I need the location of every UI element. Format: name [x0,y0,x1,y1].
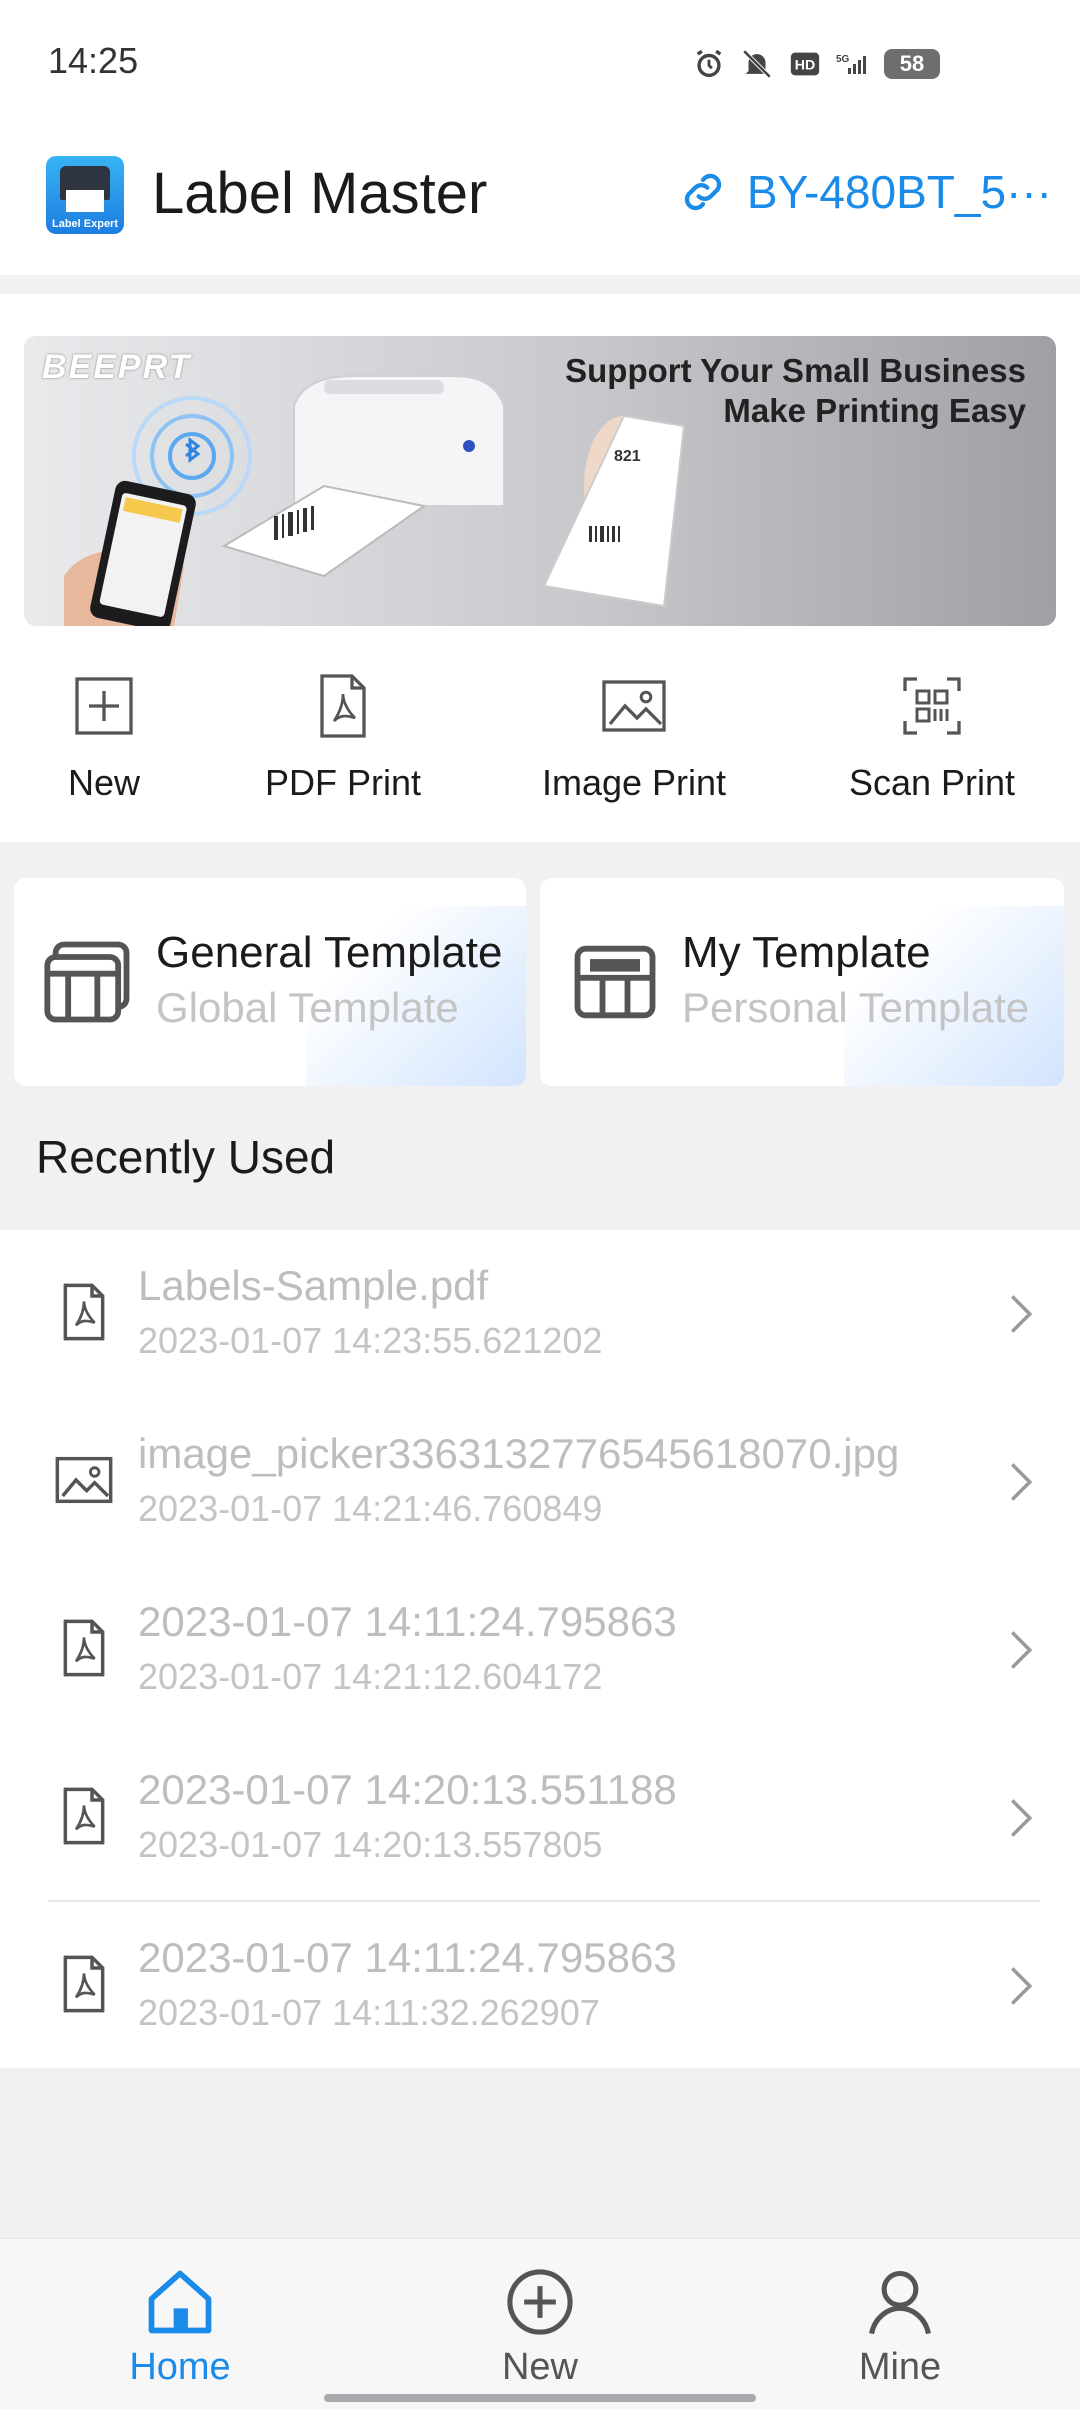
pdf-file-icon [63,1955,105,2013]
item-time: 2023-01-07 14:21:12.604172 [138,1656,603,1697]
new-action[interactable]: New [0,670,214,804]
image-print-label: Image Print [541,762,727,803]
nav-home-label: Home [129,2346,231,2388]
network-type: 5G [836,54,850,65]
nav-mine-label: Mine [858,2346,942,2388]
chevron-right-icon [1010,1631,1033,1669]
device-connection-button[interactable]: BY-480BT_5··· [677,164,1052,220]
general-template-title: General Template [156,928,503,977]
general-template-subtitle: Global Template [156,984,459,1031]
list-item[interactable]: 2023-01-07 14:11:24.795863 2023-01-07 14… [0,1566,1080,1734]
pdf-file-icon [63,1619,105,1677]
nav-mine[interactable]: Mine [800,2264,1000,2389]
list-item[interactable]: 2023-01-07 14:11:24.795863 2023-01-07 14… [0,1902,1080,2070]
recent-list: Labels-Sample.pdf 2023-01-07 14:23:55.62… [0,1230,1080,2068]
plus-circle-icon [507,2269,573,2335]
alarm-icon [696,49,722,78]
user-icon [869,2270,931,2335]
status-icons: HD 5G 58 [692,44,940,84]
image-icon [55,1456,113,1504]
chevron-right-icon [1010,1295,1033,1333]
new-action-label: New [67,762,141,803]
template-icon [574,945,656,1019]
scan-print-label: Scan Print [848,762,1016,803]
recently-used-title: Recently Used [36,1131,336,1183]
nav-new[interactable]: New [440,2264,640,2389]
chevron-right-icon [1010,1463,1033,1501]
mute-icon [742,49,772,79]
scan-print-action[interactable]: Scan Print [822,670,1042,804]
signal-icon: 5G [836,54,866,74]
hd-icon: HD [790,52,820,76]
pdf-file-icon [320,674,366,738]
item-name: Labels-Sample.pdf [138,1262,489,1309]
device-name: BY-480BT_5··· [746,166,1052,218]
item-name: 2023-01-07 14:20:13.551188 [138,1766,677,1813]
nav-home[interactable]: Home [80,2264,280,2389]
page-title: Label Master [152,161,488,226]
pdf-print-label: PDF Print [264,762,422,803]
item-name: 2023-01-07 14:11:24.795863 [138,1598,677,1645]
image-icon [602,680,666,732]
item-name: image_picker3363132776545618070.jpg [138,1430,900,1477]
template-icon [44,941,130,1023]
chevron-right-icon [1010,1967,1033,2005]
printer-illustration: 821 [64,375,686,626]
home-icon [148,2270,212,2334]
svg-text:HD: HD [795,58,815,74]
pdf-file-icon [63,1787,105,1845]
general-template-card[interactable]: General Template Global Template [14,878,526,1086]
item-time: 2023-01-07 14:20:13.557805 [138,1824,603,1865]
item-time: 2023-01-07 14:23:55.621202 [138,1320,603,1361]
list-item[interactable]: image_picker3363132776545618070.jpg 2023… [0,1398,1080,1566]
my-template-card[interactable]: My Template Personal Template [540,878,1064,1086]
gesture-bar[interactable] [324,2394,756,2402]
item-time: 2023-01-07 14:21:46.760849 [138,1488,603,1529]
pdf-file-icon [63,1283,105,1341]
pdf-print-action[interactable]: PDF Print [233,670,453,804]
plus-square-icon [75,677,133,735]
battery-indicator: 58 [884,49,940,79]
app-logo: Label Expert [46,156,124,234]
nav-new-label: New [501,2346,579,2388]
item-time: 2023-01-07 14:11:32.262907 [138,1992,600,2033]
status-time: 14:25 [48,40,139,81]
chevron-right-icon [1010,1799,1033,1837]
scan-icon [903,677,961,735]
promo-banner[interactable]: BEEPRT Support Your Small Business Make … [24,336,1056,626]
image-print-action[interactable]: Image Print [524,670,744,804]
svg-text:821: 821 [614,448,641,465]
link-icon [684,173,722,211]
my-template-subtitle: Personal Template [682,984,1030,1031]
item-name: 2023-01-07 14:11:24.795863 [138,1934,677,1981]
my-template-title: My Template [682,928,931,977]
list-item[interactable]: Labels-Sample.pdf 2023-01-07 14:23:55.62… [0,1230,1080,1398]
list-item[interactable]: 2023-01-07 14:20:13.551188 2023-01-07 14… [0,1734,1080,1902]
